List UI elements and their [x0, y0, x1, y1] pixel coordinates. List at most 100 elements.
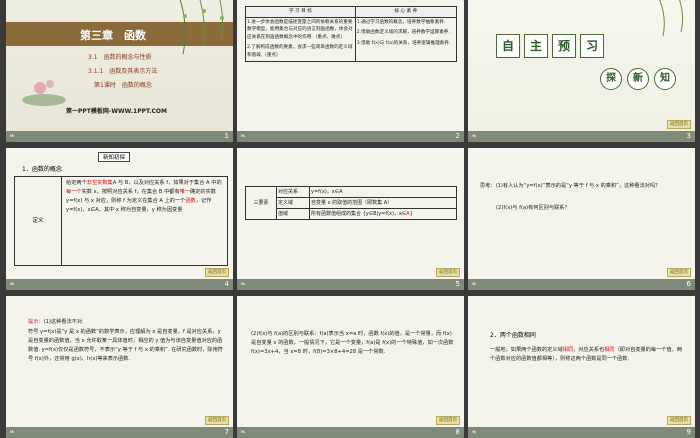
answer-hint: 提示：(1)这种看法不对. [28, 319, 84, 325]
blank-answer: 非空实数集 [86, 180, 113, 186]
core-3: 3.借助 f(x)与 f(a)的关系，培养逻辑推理素养. [356, 40, 451, 46]
slide-thumbnail-6[interactable]: 思考：(1)有人认为“y=f(x)”表示的是“y 等于 f 与 x 的乘积”，这… [468, 148, 695, 290]
slide-thumbnail-9[interactable]: 2．两个函数相同 一般地，如果两个函数的定义域相同，对应关系也相同（即对自变量的… [468, 296, 695, 438]
three-elements-table: 三要素 对应关系 y=f(x)，x∈A 定义域 自变量 x 的取值的范围（即数集 … [245, 186, 457, 220]
blank-answer: 每一个 [66, 189, 82, 195]
leaf-icon: ❧ [240, 428, 246, 436]
slide-thumbnail-4[interactable]: 新知初探 1．函数的概念 定义 给定两个非空实数集A 与 B，以及对应关系 f，… [6, 148, 233, 290]
section-title: 2．两个函数相同 [490, 332, 536, 339]
leaf-icon: ❧ [471, 132, 477, 140]
slide-number: 8 [455, 428, 460, 436]
section-line-1: 3.1 函数的概念与性质 [88, 54, 152, 61]
domain-label: 定义域 [276, 197, 310, 209]
core-1: 1.通过学习函数的概念，培养数学抽象素养. [356, 19, 446, 25]
core-2: 2.借助函数定义域的求解，培养数学运算素养. [356, 30, 450, 36]
slide-number: 1 [224, 132, 229, 140]
footer-bar: ❧ 8 [237, 427, 464, 438]
home-button[interactable]: 返回首页 [667, 416, 691, 425]
new-knowledge-tag: 新知初探 [98, 152, 131, 162]
nav-buttons: 返回首页 [205, 416, 229, 425]
nav-buttons: 返回首页 [667, 120, 691, 129]
nav-buttons: 返回首页 [667, 416, 691, 425]
slide-thumbnail-2[interactable]: 学 习 目 标核 心 素 养 1.进一步体会函数是描述变量之间的依赖关系的重要数… [237, 0, 464, 142]
leaf-icon: ❧ [9, 280, 15, 288]
char-box: 自 [496, 34, 520, 58]
chapter-title: 第三章 函数 [80, 29, 146, 42]
home-button[interactable]: 返回首页 [667, 120, 691, 129]
slide-thumbnail-5[interactable]: 三要素 对应关系 y=f(x)，x∈A 定义域 自变量 x 的取值的范围（即数集 … [237, 148, 464, 290]
definition-label: 定义 [15, 177, 62, 265]
goal-1: 1.进一步体会函数是描述变量之间的依赖关系的重要数学模型，能用集合与对应的语言刻… [247, 19, 353, 40]
explore-heading: 探 新 知 [600, 68, 676, 90]
answer-text: 符号 y=f(x)是“y 是 x 的函数”的数学表示，应理解为 x 是自变量，f… [28, 329, 223, 362]
footer-bar: ❧ 6 [468, 279, 695, 290]
blank-answer: 相同 [562, 347, 574, 353]
char-box: 主 [524, 34, 548, 58]
section-line-2: 3.1.1 函数及其表示方法 [88, 68, 158, 75]
section-line-3: 第1课时 函数的概念 [94, 82, 152, 89]
footer-bar: ❧ 9 [468, 427, 695, 438]
leaf-icon: ❧ [471, 280, 477, 288]
slide-thumbnail-8[interactable]: (2)f(x)与 f(a)的区别与联系：f(a)表示当 x=a 时，函数 f(x… [237, 296, 464, 438]
concept-title: 1．函数的概念 [22, 166, 62, 173]
footer-bar: ❧ 3 [468, 131, 695, 142]
blank-answer: 唯一 [179, 189, 191, 195]
goal-2: 2.了解构成函数的要素，会求一些简单函数的定义域和值域.（重点） [247, 45, 353, 58]
mapping-value: y=f(x)，x∈A [309, 186, 457, 198]
footer-bar: ❧ 4 [6, 279, 233, 290]
hint-label: 提示： [28, 319, 44, 325]
thinking-question-1: 思考：(1)有人认为“y=f(x)”表示的是“y 等于 f 与 x 的乘积”，这… [480, 183, 661, 189]
slide-number: 5 [455, 280, 460, 288]
slide-number: 6 [686, 280, 691, 288]
home-button[interactable]: 返回首页 [436, 268, 460, 277]
footer-bar: ❧ 7 [6, 427, 233, 438]
slide-thumbnail-3[interactable]: 自 主 预 习 探 新 知 返回首页 ❧ 3 [468, 0, 695, 142]
leaf-icon: ❧ [9, 132, 15, 140]
thinking-question-2: (2)f(x)与 f(a)有何区别与联系？ [496, 205, 570, 211]
char-box: 习 [580, 34, 604, 58]
leaf-icon: ❧ [9, 428, 15, 436]
footer-bar: ❧ 2 [237, 131, 464, 142]
slide-number: 2 [455, 132, 460, 140]
three-elements-label: 三要素 [245, 186, 277, 220]
same-function-text: 一般地，如果两个函数的定义域相同，对应关系也相同（即对自变量的每一个值，两个函数… [490, 347, 683, 362]
range-label: 值域 [276, 208, 310, 220]
template-logo-text: 第一PPT模板网-WWW.1PPT.COM [66, 108, 167, 115]
leaf-icon: ❧ [471, 428, 477, 436]
lotus-image [14, 70, 74, 110]
willow-branch-image [169, 0, 233, 56]
leaf-icon: ❧ [240, 132, 246, 140]
slide-number: 4 [224, 280, 229, 288]
self-study-heading: 自 主 预 习 [496, 34, 604, 58]
char-box: 预 [552, 34, 576, 58]
footer-bar: ❧ 1 [6, 131, 233, 142]
nav-buttons: 返回首页 [667, 268, 691, 277]
slide-thumbnail-7[interactable]: 提示：(1)这种看法不对. 符号 y=f(x)是“y 是 x 的函数”的数学表示… [6, 296, 233, 438]
char-circle: 知 [654, 68, 676, 90]
definition-box: 定义 给定两个非空实数集A 与 B，以及对应关系 f，如果对于集合 A 中的每一… [14, 176, 228, 266]
header-core: 核 心 素 养 [354, 6, 458, 18]
nav-buttons: 返回首页 [436, 416, 460, 425]
char-circle: 探 [600, 68, 622, 90]
slide-number: 7 [224, 428, 229, 436]
willow-branch-image [649, 0, 695, 42]
answer-text: (2)f(x)与 f(a)的区别与联系：f(a)表示当 x=a 时，函数 f(x… [251, 331, 454, 355]
slide-number: 9 [686, 428, 691, 436]
domain-value: 自变量 x 的取值的范围（即数集 A） [309, 197, 457, 209]
slide-number: 3 [686, 132, 691, 140]
nav-buttons: 返回首页 [205, 268, 229, 277]
range-value: 所有函数值组成的集合 {y∈B|y=f(x)，x∈A} [309, 208, 457, 220]
home-button[interactable]: 返回首页 [436, 416, 460, 425]
blank-answer: 相同 [604, 347, 615, 353]
footer-bar: ❧ 5 [237, 279, 464, 290]
definition-text: 给定两个非空实数集A 与 B，以及对应关系 f，如果对于集合 A 中的每一个实数… [66, 180, 222, 213]
header-goals: 学 习 目 标 [245, 6, 356, 18]
slide-thumbnail-1[interactable]: 第三章 函数 3.1 函数的概念与性质 3.1.1 函数及其表示方法 第1课时 … [6, 0, 233, 142]
nav-buttons: 返回首页 [436, 268, 460, 277]
blank-answer: 函数 [185, 198, 196, 204]
home-button[interactable]: 返回首页 [667, 268, 691, 277]
home-button[interactable]: 返回首页 [205, 268, 229, 277]
mapping-label: 对应关系 [276, 186, 310, 198]
leaf-icon: ❧ [240, 280, 246, 288]
home-button[interactable]: 返回首页 [205, 416, 229, 425]
